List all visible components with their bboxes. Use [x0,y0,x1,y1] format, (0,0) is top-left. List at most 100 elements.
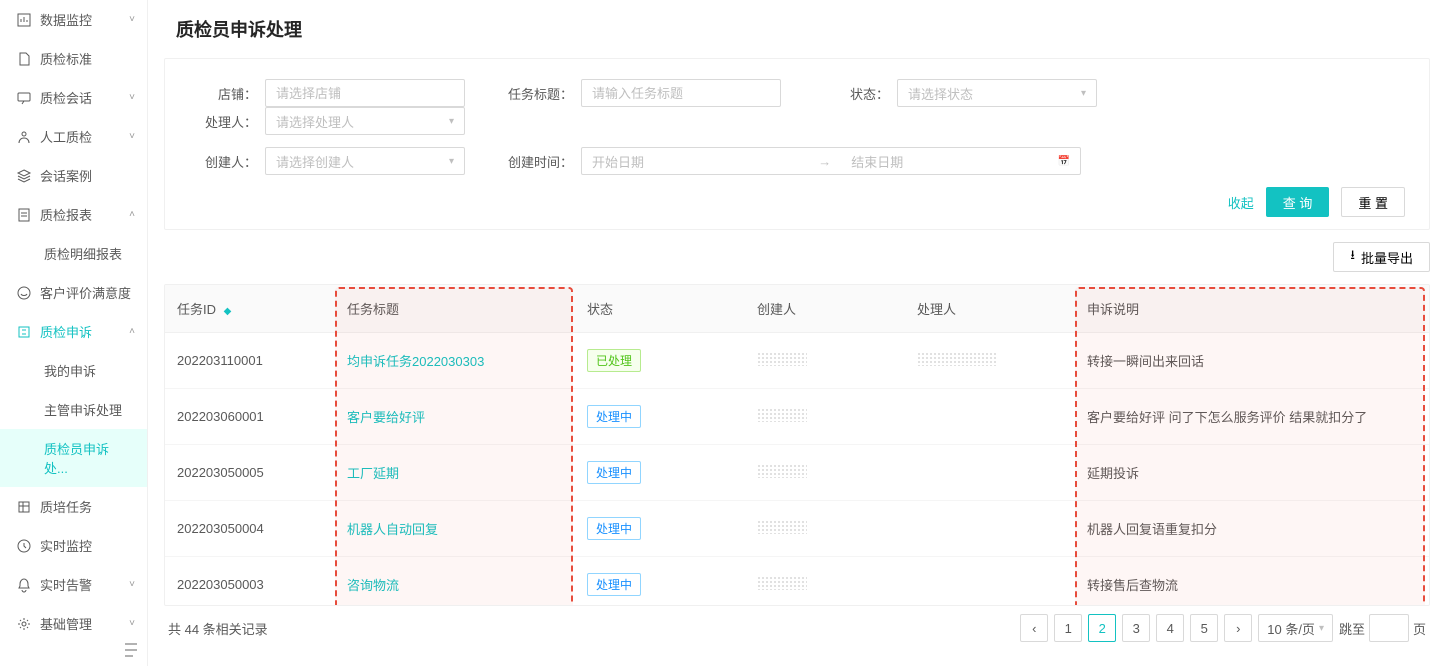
sidebar-item-实时告警[interactable]: 实时告警˅ [0,565,147,604]
sidebar-item-label: 质检报表 [40,205,92,224]
filter-creator-label: 创建人： [189,152,257,171]
cell-title: 客户要给好评 [335,389,575,445]
appeals-table: 任务ID ◆ 任务标题 状态 创建人 处理人 申诉说明 202203110001… [165,285,1429,606]
cell-title: 工厂延期 [335,445,575,501]
sidebar-item-人工质检[interactable]: 人工质检˅ [0,117,147,156]
page-4[interactable]: 4 [1156,614,1184,642]
cell-desc: 转接售后查物流 [1075,557,1429,607]
sidebar-item-质检报表[interactable]: 质检报表˄ [0,195,147,234]
page-2[interactable]: 2 [1088,614,1116,642]
cell-status: 处理中 [575,445,745,501]
table-row: 202203050003咨询物流处理中转接售后查物流 [165,557,1429,607]
task-title-link[interactable]: 均申诉任务2022030303 [347,354,484,369]
task-icon [16,499,32,515]
task-title-link[interactable]: 工厂延期 [347,466,399,481]
filter-status-label: 状态： [821,84,889,103]
sidebar-item-数据监控[interactable]: 数据监控˅ [0,0,147,39]
sidebar-item-质培任务[interactable]: 质培任务 [0,487,147,526]
filter-panel: 店铺： 任务标题： 状态： 请选择状态▾ 处理人： 请选择处理人▾ [164,58,1430,230]
cell-desc: 机器人回复语重复扣分 [1075,501,1429,557]
jump-input[interactable] [1369,614,1409,642]
filter-shop-label: 店铺： [189,84,257,103]
col-title: 任务标题 [335,285,575,333]
download-icon: ⭳ [1350,246,1355,268]
sidebar-item-label: 基础管理 [40,614,92,633]
page-prev[interactable]: ‹ [1020,614,1048,642]
chevron-down-icon: ˅ [129,92,135,103]
cell-title: 机器人自动回复 [335,501,575,557]
filter-title-input[interactable] [581,79,781,107]
appeal-icon [16,324,32,340]
filter-creator-select[interactable]: 请选择创建人▾ [265,147,465,175]
main-content: 质检员申诉处理 店铺： 任务标题： 状态： 请选择状态▾ [148,0,1446,666]
sidebar-subitem-质检员申诉处...[interactable]: 质检员申诉处... [0,429,147,487]
cell-creator [745,501,905,557]
cell-status: 处理中 [575,557,745,607]
cell-id: 202203060001 [165,389,335,445]
cell-status: 已处理 [575,333,745,389]
jump-label: 跳至 [1339,619,1365,638]
sidebar-subitem-主管申诉处理[interactable]: 主管申诉处理 [0,390,147,429]
cell-id: 202203050005 [165,445,335,501]
sidebar-item-label: 质检会话 [40,88,92,107]
filter-shop-input[interactable] [265,79,465,107]
table-container: 任务ID ◆ 任务标题 状态 创建人 处理人 申诉说明 202203110001… [164,284,1430,606]
col-handler: 处理人 [905,285,1075,333]
reset-button[interactable]: 重 置 [1341,187,1405,217]
page-5[interactable]: 5 [1190,614,1218,642]
page-title: 质检员申诉处理 [148,0,1446,58]
cell-id: 202203110001 [165,333,335,389]
page-1[interactable]: 1 [1054,614,1082,642]
col-creator: 创建人 [745,285,905,333]
table-row: 202203110001 均申诉任务2022030303 已处理 转接一瞬间出来回话 [165,333,1429,389]
chevron-down-icon: ▾ [449,116,454,127]
cell-handler [905,445,1075,501]
cell-desc: 转接一瞬间出来回话 [1075,333,1429,389]
pagination-row: 共 44 条相关记录 ‹ 12345 › 10 条/页▾ 跳至 页 [164,606,1430,650]
sidebar-item-质检会话[interactable]: 质检会话 ˅ [0,78,147,117]
page-size-select[interactable]: 10 条/页▾ [1258,614,1333,642]
filter-handler-select[interactable]: 请选择处理人▾ [265,107,465,135]
sidebar-item-客户评价满意度[interactable]: 客户评价满意度 [0,273,147,312]
sidebar-subitem-我的申诉[interactable]: 我的申诉 [0,351,147,390]
cell-status: 处理中 [575,501,745,557]
task-title-link[interactable]: 客户要给好评 [347,410,425,425]
sidebar-collapse-toggle[interactable] [123,642,139,658]
smile-icon [16,285,32,301]
jump-suffix: 页 [1413,619,1426,638]
chevron-up-icon: ˄ [129,326,135,337]
status-badge: 处理中 [587,461,641,484]
sidebar-subitem-质检明细报表[interactable]: 质检明细报表 [0,234,147,273]
status-badge: 已处理 [587,349,641,372]
page-next[interactable]: › [1224,614,1252,642]
sidebar-item-label: 人工质检 [40,127,92,146]
filter-date-range[interactable]: 开始日期 → 结束日期 📅 [581,147,1081,175]
search-button[interactable]: 查 询 [1266,187,1330,217]
table-row: 202203050004机器人自动回复处理中机器人回复语重复扣分 [165,501,1429,557]
sidebar-item-基础管理[interactable]: 基础管理˅ [0,604,147,643]
cell-desc: 延期投诉 [1075,445,1429,501]
cell-handler [905,557,1075,607]
chevron-down-icon: ▾ [449,156,454,167]
sidebar-item-质检标准[interactable]: 质检标准 [0,39,147,78]
cell-creator [745,557,905,607]
cell-desc: 客户要给好评 问了下怎么服务评价 结果就扣分了 [1075,389,1429,445]
status-badge: 处理中 [587,405,641,428]
sidebar-item-实时监控[interactable]: 实时监控 [0,526,147,565]
gear-icon [16,616,32,632]
cell-creator [745,389,905,445]
export-button[interactable]: ⭳ 批量导出 [1333,242,1430,272]
page-3[interactable]: 3 [1122,614,1150,642]
collapse-filters-link[interactable]: 收起 [1228,193,1254,212]
sidebar-item-会话案例[interactable]: 会话案例 [0,156,147,195]
calendar-icon: 📅 [1058,156,1070,167]
total-records: 共 44 条相关记录 [168,619,268,638]
cell-creator [745,445,905,501]
task-title-link[interactable]: 机器人自动回复 [347,522,438,537]
col-task-id[interactable]: 任务ID ◆ [165,285,335,333]
filter-status-select[interactable]: 请选择状态▾ [897,79,1097,107]
cell-handler [905,501,1075,557]
task-title-link[interactable]: 咨询物流 [347,578,399,593]
filter-time-label: 创建时间： [505,152,573,171]
sidebar-item-质检申诉[interactable]: 质检申诉˄ [0,312,147,351]
